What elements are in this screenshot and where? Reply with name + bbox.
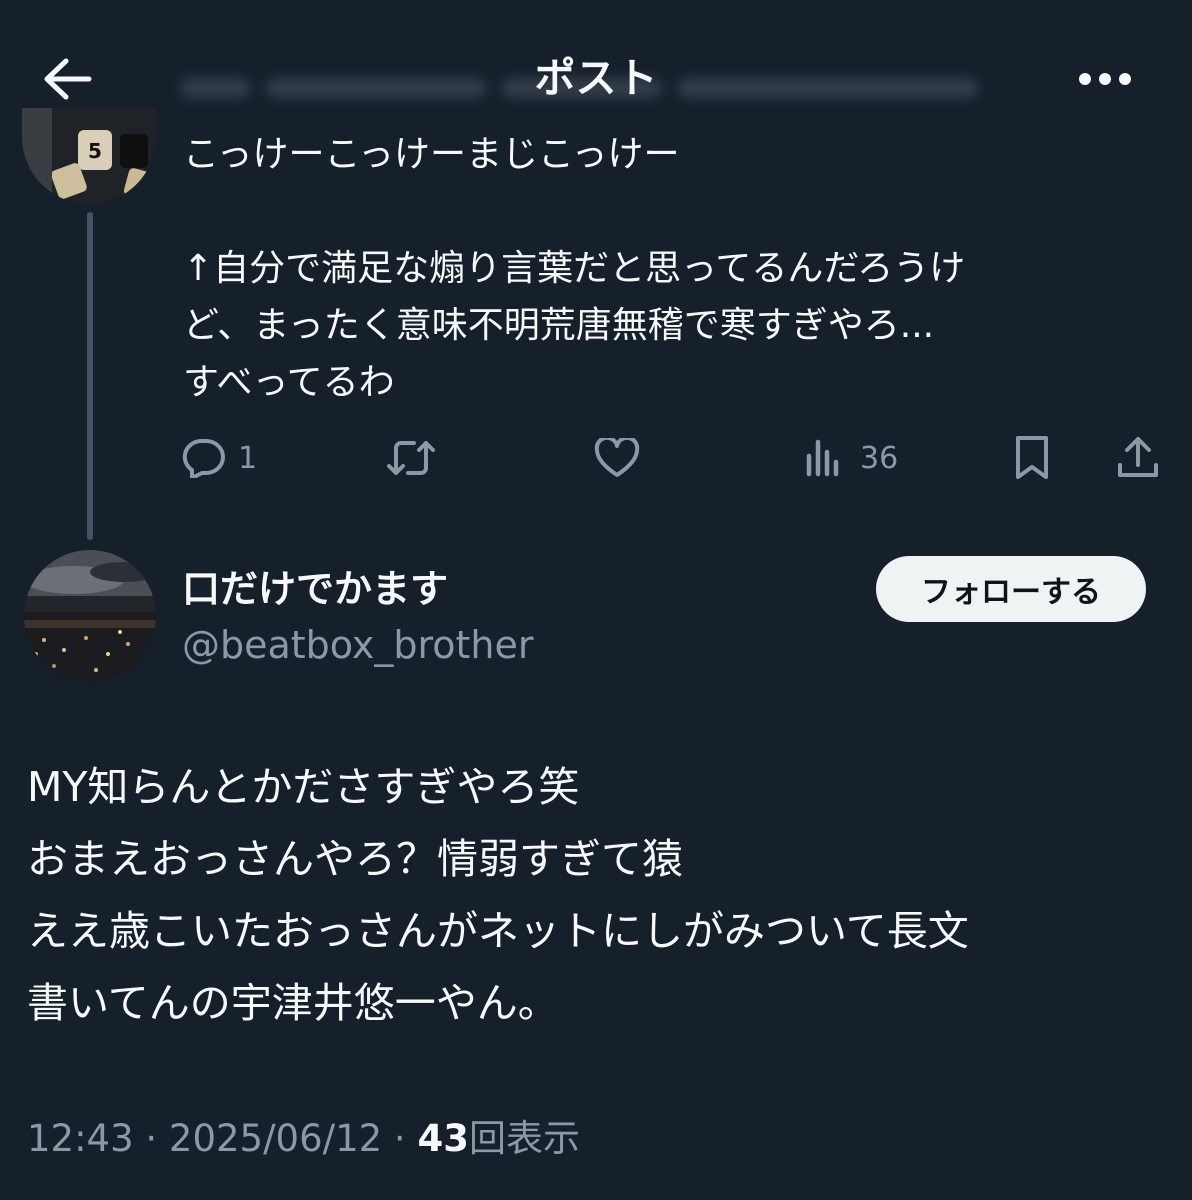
parent-post-line-5: すべってるわ [183,362,395,403]
reply-count: 1 [238,440,258,476]
more-horizontal-icon [1079,73,1131,85]
reply-post-line-1: MY知らんとかださすぎやろ笑 [27,763,580,811]
parent-author-avatar[interactable]: 5 [22,108,156,204]
more-options-button[interactable] [1074,48,1136,110]
retweet-icon [387,441,435,475]
views-button[interactable]: 36 [804,428,898,488]
retweet-button[interactable] [386,428,436,488]
share-button[interactable] [1116,428,1160,488]
parent-post-actions: 1 36 [180,428,1170,488]
heart-icon [594,438,640,477]
bookmark-button[interactable] [1012,428,1052,488]
views-count: 36 [860,440,899,476]
post-timestamp: 12:43 · 2025/06/12 · [27,1117,418,1160]
reply-icon [182,439,225,478]
like-button[interactable] [594,428,640,488]
parent-post-line-4: ど、まったく意味不明荒唐無稽で寒すぎやろ... [183,305,935,346]
reply-handle[interactable]: @beatbox_brother [182,620,534,670]
share-icon [1118,437,1158,477]
follow-button[interactable]: フォローする [876,556,1146,622]
parent-post-line-1: こっけーこっけーまじこっけー [183,134,680,175]
reply-author-avatar[interactable] [24,550,156,682]
bookmark-icon [1016,436,1048,479]
post-views-count: 43 [417,1117,469,1160]
svg-text:5: 5 [88,139,102,163]
reply-post-line-2: おまえおっさんやろ？情弱すぎて猿 [27,835,683,883]
post-views-label: 回表示 [468,1117,580,1160]
parent-post-line-3: ↑自分で満足な煽り言葉だと思ってるんだろうけ [183,248,966,289]
reply-display-name[interactable]: 口だけでかます [182,564,448,614]
analytics-icon [806,439,839,477]
reply-post-line-3: ええ歳こいたおっさんがネットにしがみついて長文 [27,907,969,955]
reply-button[interactable]: 1 [180,428,257,488]
reply-post-line-4: 書いてんの宇津井悠一やん。 [27,979,559,1027]
page-title: ポスト [534,54,658,102]
post-metadata: 12:43 · 2025/06/12 · 43回表示 [27,1112,580,1166]
thread-connector-line [87,212,93,540]
